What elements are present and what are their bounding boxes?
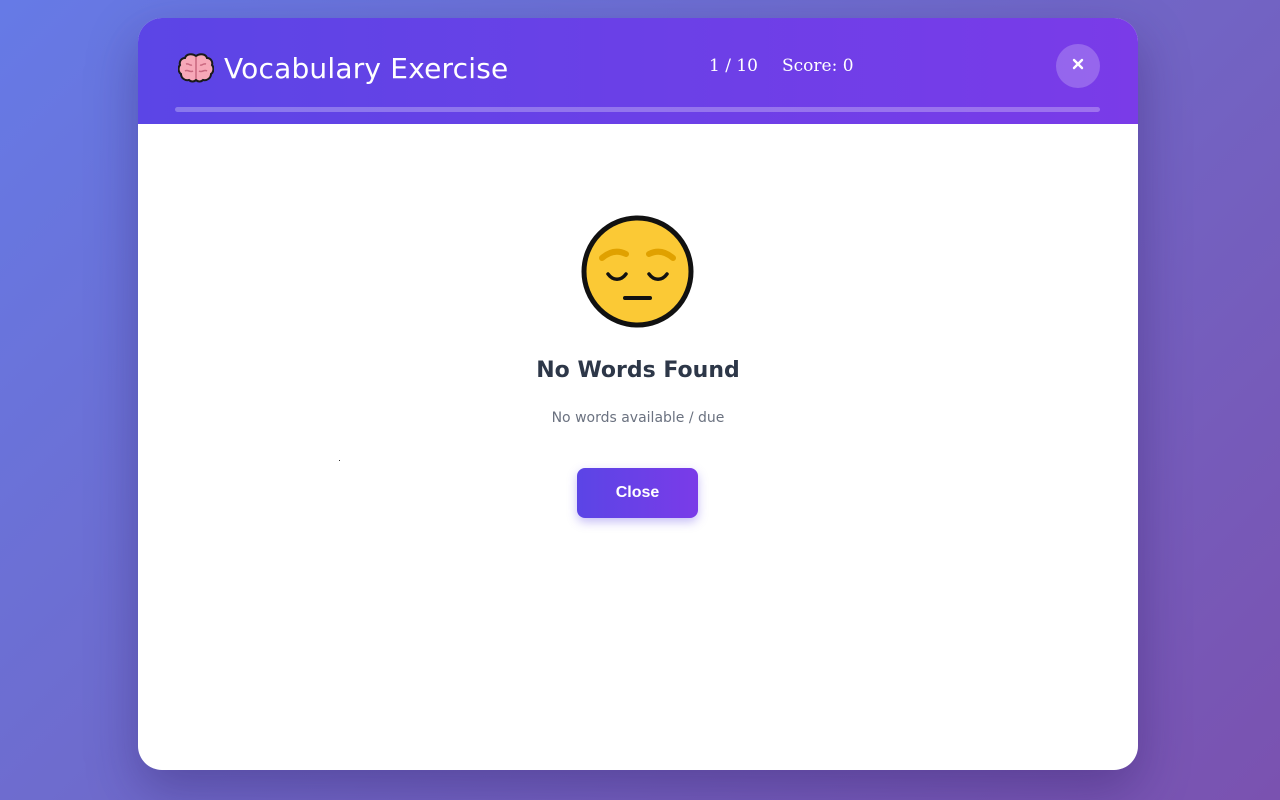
modal-header: Vocabulary Exercise 1 / 10 Score: 0 bbox=[138, 18, 1138, 124]
brain-icon bbox=[177, 52, 215, 84]
empty-state-title: No Words Found bbox=[536, 358, 740, 383]
question-counter: 1 / 10 bbox=[709, 56, 758, 76]
close-button[interactable]: Close bbox=[577, 468, 698, 518]
title-group: Vocabulary Exercise bbox=[177, 49, 509, 87]
stray-dot bbox=[339, 460, 340, 461]
empty-state-message: No words available / due bbox=[551, 410, 725, 426]
modal-title: Vocabulary Exercise bbox=[224, 51, 509, 85]
pensive-face-icon bbox=[580, 214, 695, 329]
exercise-stats: 1 / 10 Score: 0 bbox=[709, 56, 854, 76]
progress-bar bbox=[175, 107, 1100, 112]
exercise-modal: Vocabulary Exercise 1 / 10 Score: 0 No W… bbox=[138, 18, 1138, 770]
close-icon bbox=[1072, 57, 1084, 75]
score-display: Score: 0 bbox=[781, 56, 854, 76]
header-close-button[interactable] bbox=[1056, 44, 1100, 88]
